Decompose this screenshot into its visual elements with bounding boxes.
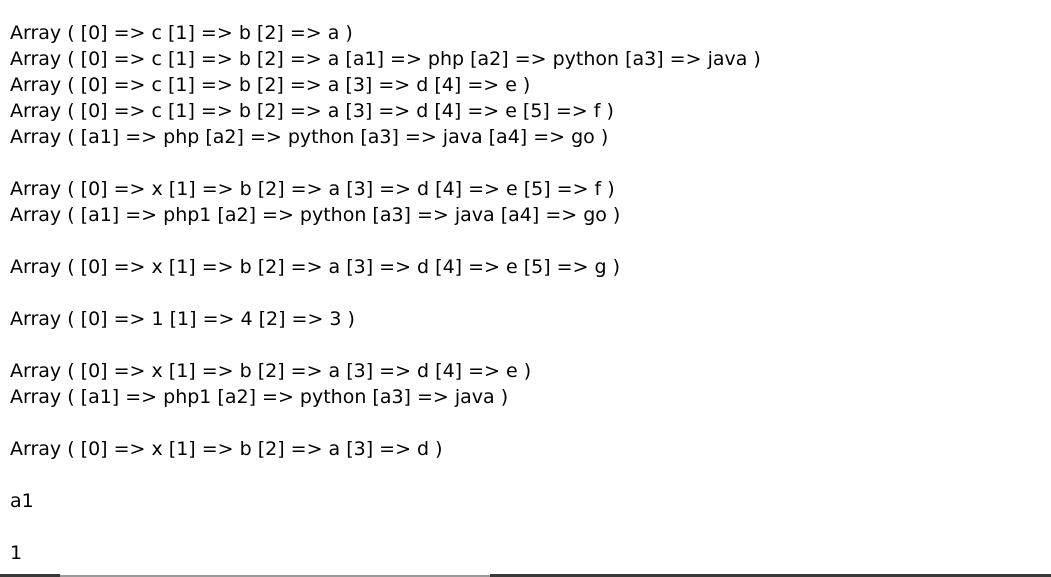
output-line-2: Array ( [0] => c [1] => b [2] => a [a1] … bbox=[10, 48, 761, 70]
output-line-6: Array ( [0] => x [1] => b [2] => a [3] =… bbox=[10, 178, 615, 200]
output-line-5: Array ( [a1] => php [a2] => python [a3] … bbox=[10, 126, 609, 148]
output-line-9: Array ( [0] => 1 [1] => 4 [2] => 3 ) bbox=[10, 308, 355, 330]
output-line-1: Array ( [0] => c [1] => b [2] => a ) bbox=[10, 22, 353, 44]
output-line-12: Array ( [0] => x [1] => b [2] => a [3] =… bbox=[10, 438, 443, 460]
output-line-7: Array ( [a1] => php1 [a2] => python [a3]… bbox=[10, 204, 621, 226]
output-line-13: a1 bbox=[10, 490, 34, 512]
output-line-3: Array ( [0] => c [1] => b [2] => a [3] =… bbox=[10, 74, 531, 96]
output-line-11: Array ( [a1] => php1 [a2] => python [a3]… bbox=[10, 386, 509, 408]
php-output-area: Array ( [0] => c [1] => b [2] => a ) Arr… bbox=[10, 20, 1051, 566]
output-line-14: 1 bbox=[10, 542, 23, 564]
output-line-8: Array ( [0] => x [1] => b [2] => a [3] =… bbox=[10, 256, 621, 278]
output-line-4: Array ( [0] => c [1] => b [2] => a [3] =… bbox=[10, 100, 614, 122]
output-line-10: Array ( [0] => x [1] => b [2] => a [3] =… bbox=[10, 360, 532, 382]
